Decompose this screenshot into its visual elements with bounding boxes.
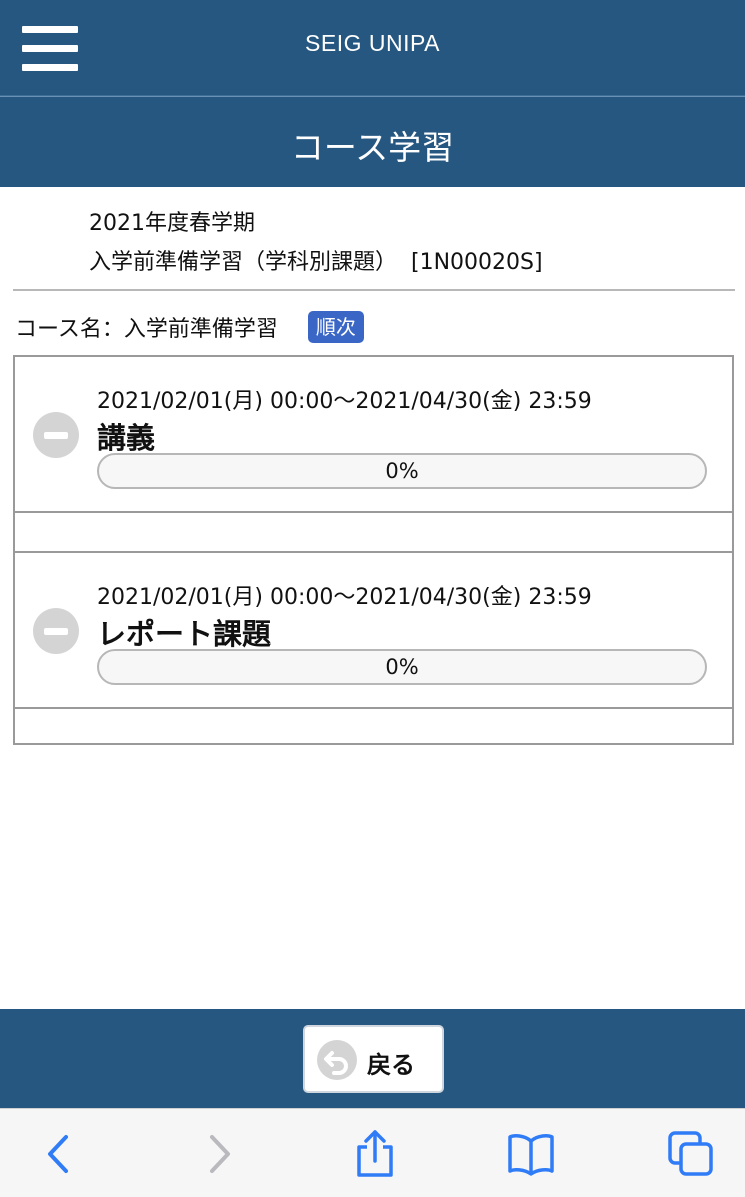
order-badge: 順次 bbox=[307, 311, 364, 343]
page-title: コース学習 bbox=[290, 128, 455, 167]
back-button-label: 戻る bbox=[367, 1051, 415, 1079]
unit-period: 2021/02/01(月) 00:00～2021/04/30(金) 23:59 bbox=[97, 585, 592, 610]
minus-circle-icon bbox=[33, 412, 79, 458]
unit-item-lecture[interactable]: 2021/02/01(月) 00:00～2021/04/30(金) 23:59 … bbox=[15, 357, 732, 511]
share-icon[interactable] bbox=[350, 1129, 400, 1179]
progress-text: 0% bbox=[385, 655, 419, 679]
progress-bar: 0% bbox=[97, 453, 707, 489]
tabs-icon[interactable] bbox=[666, 1129, 716, 1179]
browser-toolbar bbox=[0, 1108, 745, 1197]
progress-text: 0% bbox=[385, 459, 419, 483]
divider bbox=[15, 707, 732, 709]
back-button[interactable]: 戻る bbox=[303, 1025, 444, 1093]
footer-bar: 戻る bbox=[0, 1009, 745, 1108]
chevron-right-icon[interactable] bbox=[194, 1129, 244, 1179]
course-name-row: コース名：入学前準備学習 順次 bbox=[15, 311, 364, 343]
minus-circle-icon bbox=[33, 608, 79, 654]
unit-title: 講義 bbox=[97, 421, 156, 455]
progress-bar: 0% bbox=[97, 649, 707, 685]
chevron-left-icon[interactable] bbox=[34, 1129, 84, 1179]
unit-title: レポート課題 bbox=[97, 617, 272, 651]
divider bbox=[13, 289, 735, 291]
unit-item-report[interactable]: 2021/02/01(月) 00:00～2021/04/30(金) 23:59 … bbox=[15, 553, 732, 707]
unit-list: 2021/02/01(月) 00:00～2021/04/30(金) 23:59 … bbox=[13, 355, 734, 745]
undo-arrow-icon bbox=[317, 1040, 357, 1080]
unit-period: 2021/02/01(月) 00:00～2021/04/30(金) 23:59 bbox=[97, 389, 592, 414]
course-name: コース名：入学前準備学習 bbox=[15, 317, 278, 342]
divider bbox=[15, 511, 732, 513]
page-header: コース学習 bbox=[0, 96, 745, 187]
course-term: 2021年度春学期 bbox=[89, 211, 255, 236]
top-bar: SEIG UNIPA bbox=[0, 0, 745, 96]
app-title: SEIG UNIPA bbox=[305, 30, 440, 56]
course-code: 入学前準備学習（学科別課題） [1N00020S] bbox=[89, 250, 543, 275]
bookmarks-icon[interactable] bbox=[506, 1129, 556, 1179]
